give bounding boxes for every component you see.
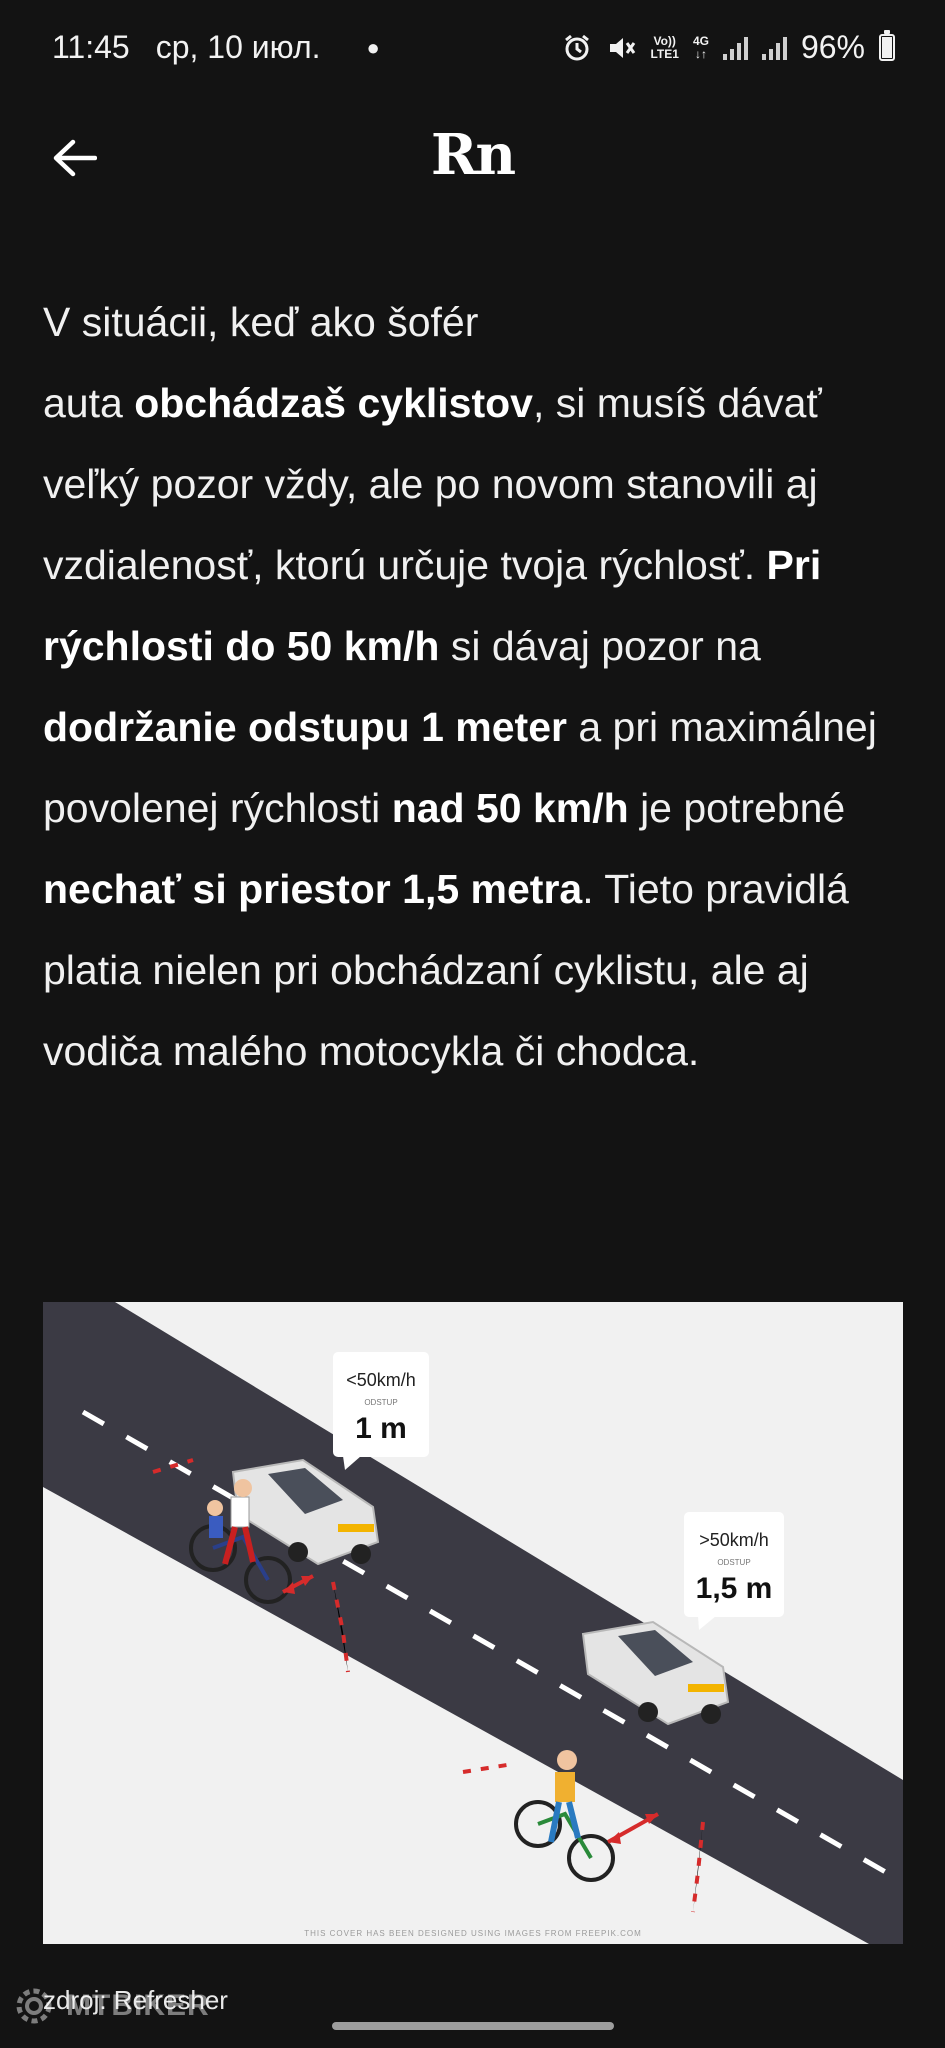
callout-2: >50km/h ODSTUP 1,5 m xyxy=(684,1512,784,1630)
status-date: ср, 10 июл. xyxy=(155,29,321,65)
article-illustration[interactable]: <50km/h ODSTUP 1 m >50km/h ODSTUP 1,5 m xyxy=(43,1302,903,1944)
watermark: MTBIKER xyxy=(10,1982,210,2030)
article-bold-text: nad 50 km/h xyxy=(391,785,629,831)
site-logo[interactable]: Rn xyxy=(0,122,945,188)
mute-icon xyxy=(606,33,636,63)
status-bar: 11:45 ср, 10 июл. ● Vo)) LTE1 4G ↓↑ 96% xyxy=(0,0,945,95)
road-illustration: <50km/h ODSTUP 1 m >50km/h ODSTUP 1,5 m xyxy=(43,1302,903,1944)
article-bold-text: dodržanie odstupu 1 meter xyxy=(43,704,567,750)
status-right: Vo)) LTE1 4G ↓↑ 96% xyxy=(562,29,895,66)
battery-percent: 96% xyxy=(800,29,865,65)
volte-icon: Vo)) LTE1 xyxy=(650,33,679,61)
battery-icon xyxy=(879,30,895,61)
image-credit: THIS COVER HAS BEEN DESIGNED USING IMAGE… xyxy=(304,1929,642,1938)
article-bold-text: nechať si priestor 1,5 metra xyxy=(43,866,583,912)
signal-icon xyxy=(761,36,787,60)
alarm-icon xyxy=(562,33,592,63)
app-header: Rn xyxy=(0,100,945,210)
callout-1-speed: <50km/h xyxy=(346,1370,416,1390)
status-left: 11:45 ср, 10 июл. ● xyxy=(52,29,380,66)
callout-2-label: ODSTUP xyxy=(717,1558,750,1567)
callout-2-distance: 1,5 m xyxy=(696,1572,773,1605)
callout-2-speed: >50km/h xyxy=(699,1530,769,1550)
article-text: je potrebné xyxy=(628,785,846,831)
home-indicator[interactable] xyxy=(332,2022,614,2030)
article-text: si dávaj pozor na xyxy=(439,623,761,669)
callout-1-distance: 1 m xyxy=(355,1412,407,1445)
notification-dot-icon: ● xyxy=(366,34,380,60)
status-time: 11:45 xyxy=(52,29,130,65)
gear-icon xyxy=(16,1988,52,2024)
callout-1-label: ODSTUP xyxy=(364,1398,397,1407)
signal-icon xyxy=(722,36,748,60)
callout-1: <50km/h ODSTUP 1 m xyxy=(333,1352,429,1470)
watermark-text: MTBIKER xyxy=(66,1989,210,2022)
article-body: V situácii, keď ako šofér auta obchádzaš … xyxy=(43,282,913,1092)
4g-icon: 4G ↓↑ xyxy=(692,33,709,61)
article-bold-text: obchádzaš cyklistov xyxy=(134,380,533,426)
